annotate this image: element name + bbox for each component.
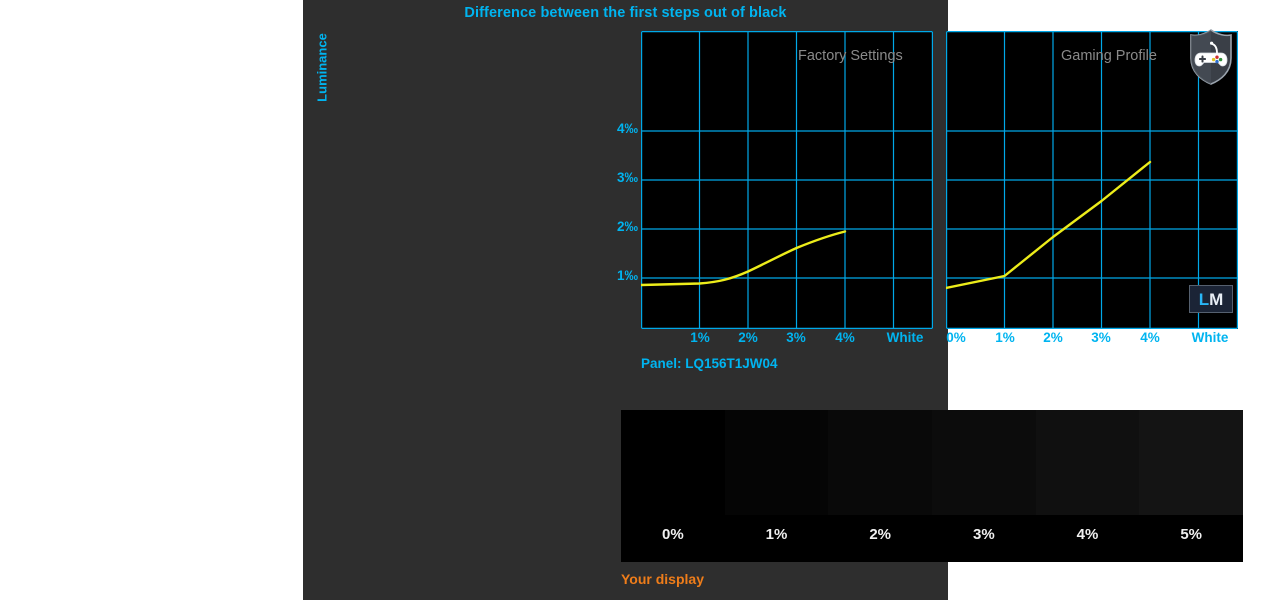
gradient-swatch: 4% (1035, 410, 1140, 562)
x-tick-left-2: 2% (738, 330, 758, 345)
gradient-swatch-fill (1139, 410, 1244, 515)
gradient-swatch: 1% (724, 410, 829, 562)
factory-settings-curve (641, 230, 847, 287)
measurement-panel: Difference between the first steps out o… (303, 0, 1244, 600)
gradient-swatch-label: 2% (869, 526, 892, 543)
gradient-swatch: 3% (932, 410, 1036, 562)
y-axis-title: Luminance (314, 33, 330, 102)
shield-gamepad-icon (1187, 28, 1235, 86)
y-tick-2: 2‰ (616, 219, 638, 234)
gradient-swatch-fill (724, 410, 829, 515)
gradient-swatch: 5% (1139, 410, 1244, 562)
shield-gamepad-svg (1190, 29, 1232, 85)
x-tick-left-white: White (886, 330, 924, 345)
lm-watermark: LM (1189, 285, 1233, 313)
gradient-swatch-fill (828, 410, 933, 515)
x-tick-left-4: 4% (835, 330, 855, 345)
gradient-swatch: 0% (621, 410, 725, 562)
x-tick-right-2: 2% (1043, 330, 1063, 345)
gradient-swatch: 2% (828, 410, 933, 562)
lm-watermark-m: M (1209, 289, 1224, 309)
x-tick-left-1: 1% (690, 330, 710, 345)
y-axis-tick-labels: 4‰ 3‰ 2‰ 1‰ (596, 0, 638, 340)
chart-panel-factory-settings (641, 31, 933, 329)
y-tick-4: 4‰ (616, 121, 638, 136)
factory-settings-plot-svg (641, 31, 933, 329)
gradient-swatch-fill (1035, 410, 1140, 515)
lm-watermark-l: L (1198, 289, 1210, 309)
x-tick-right-1: 1% (995, 330, 1015, 345)
screenshot-root: Difference between the first steps out o… (0, 0, 1280, 600)
x-tick-right-white: White (1191, 330, 1229, 345)
x-axis-tick-labels-gaming: 0% 1% 2% 3% 4% White (946, 330, 1238, 350)
gaming-profile-curve (946, 160, 1152, 290)
gradient-swatch-fill (932, 410, 1036, 515)
x-tick-left-3: 3% (786, 330, 806, 345)
x-tick-right-4: 4% (1140, 330, 1160, 345)
gradient-swatch-label: 4% (1076, 526, 1099, 543)
profile-label-factory-settings: Factory Settings (798, 48, 903, 64)
x-tick-right-0: 0% (946, 330, 966, 345)
profile-label-gaming-profile: Gaming Profile (1061, 48, 1157, 64)
black-level-gradient-strip: 0% 1% 2% 3% 4% 5% (621, 410, 1244, 562)
gradient-swatch-fill (621, 410, 725, 515)
gradient-swatch-label: 5% (1180, 526, 1203, 543)
panel-model-label: Panel: LQ156T1JW04 (641, 356, 778, 371)
gradient-swatch-label: 3% (973, 526, 995, 543)
gradient-swatch-label: 1% (765, 526, 788, 543)
gradient-swatch-label: 0% (661, 526, 684, 543)
y-tick-1: 1‰ (616, 268, 638, 283)
y-tick-3: 3‰ (616, 170, 638, 185)
x-axis-tick-labels-factory: 1% 2% 3% 4% White (641, 330, 933, 350)
x-tick-right-3: 3% (1091, 330, 1111, 345)
your-display-label: Your display (621, 571, 704, 587)
